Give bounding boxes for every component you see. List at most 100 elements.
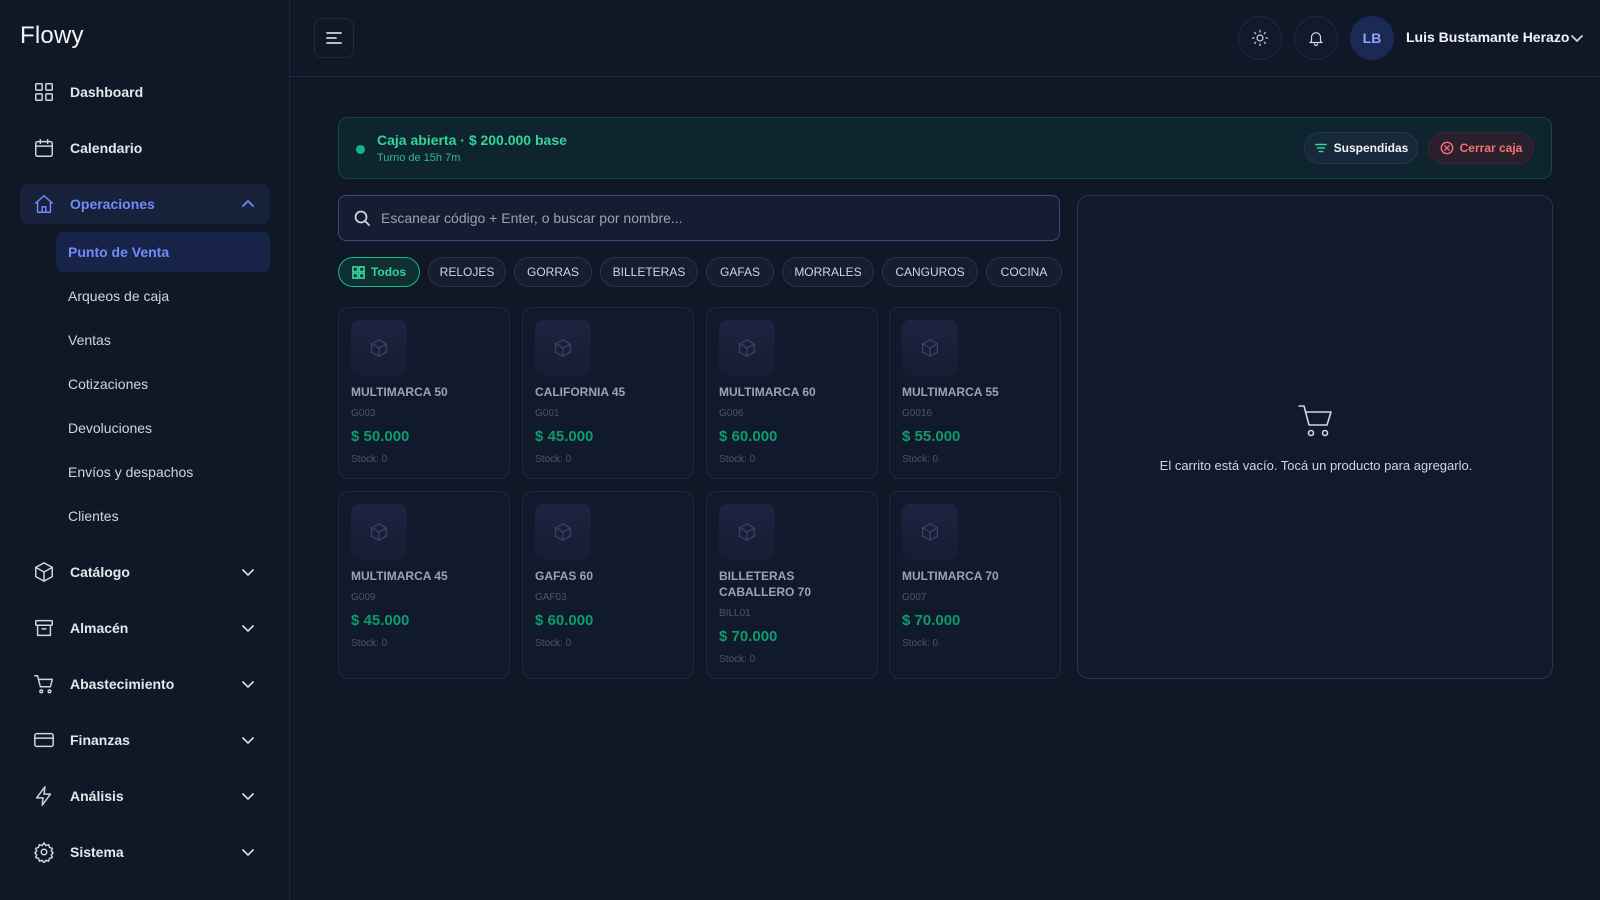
sidebar-subitem-cotizaciones[interactable]: Cotizaciones [56, 364, 270, 404]
dashboard-icon [32, 80, 56, 104]
product-code: BILL01 [719, 608, 751, 619]
sidebar-item-abastecimiento[interactable]: Abastecimiento [20, 664, 270, 704]
product-price: $ 60.000 [719, 428, 778, 445]
chevron-down-icon [240, 564, 256, 580]
search-icon [353, 209, 371, 227]
caja-shift: Turno de 15h 7m [377, 152, 461, 164]
product-card[interactable]: MULTIMARCA 60 G006 $ 60.000 Stock: 0 [706, 307, 878, 479]
chevron-down-icon [240, 732, 256, 748]
product-card[interactable]: MULTIMARCA 45 G009 $ 45.000 Stock: 0 [338, 491, 510, 679]
product-name: CALIFORNIA 45 [535, 385, 626, 399]
category-chip-gorras[interactable]: GORRAS [514, 257, 592, 287]
sidebar-item-label: Dashboard [70, 84, 144, 100]
package-icon [371, 339, 387, 357]
chevron-down-icon [240, 788, 256, 804]
archive-icon [32, 616, 56, 640]
product-name: MULTIMARCA 70 [902, 569, 999, 583]
product-card[interactable]: MULTIMARCA 55 G0016 $ 55.000 Stock: 0 [889, 307, 1061, 479]
product-price: $ 70.000 [902, 612, 961, 629]
product-thumbnail [902, 504, 958, 560]
sidebar-item-operaciones[interactable]: Operaciones [20, 184, 270, 224]
sidebar-item-dashboard[interactable]: Dashboard [20, 72, 270, 112]
brand-logo[interactable]: Flowy [20, 22, 84, 50]
sidebar-subitem-arqueos-de-caja[interactable]: Arqueos de caja [56, 276, 270, 316]
product-card[interactable]: MULTIMARCA 70 G007 $ 70.000 Stock: 0 [889, 491, 1061, 679]
sidebar-item-finanzas[interactable]: Finanzas [20, 720, 270, 760]
sidebar-item-sistema[interactable]: Sistema [20, 832, 270, 872]
menu-toggle-button[interactable] [314, 18, 354, 58]
product-code: G007 [902, 592, 927, 603]
product-thumbnail [902, 320, 958, 376]
theme-toggle-button[interactable] [1238, 16, 1282, 60]
product-name: BILLETERAS CABALLERO 70 [719, 569, 812, 599]
product-stock: Stock: 0 [535, 454, 572, 465]
sun-icon [1251, 29, 1269, 47]
sidebar-subitem-punto-de-venta[interactable]: Punto de Venta [56, 232, 270, 272]
sidebar-subitem-envios-y-despachos[interactable]: Envíos y despachos [56, 452, 270, 492]
product-card[interactable]: CALIFORNIA 45 G001 $ 45.000 Stock: 0 [522, 307, 694, 479]
package-icon [555, 339, 571, 357]
category-chip-gafas[interactable]: GAFAS [706, 257, 774, 287]
sidebar-subitem-devoluciones[interactable]: Devoluciones [56, 408, 270, 448]
product-stock: Stock: 0 [902, 638, 939, 649]
product-thumbnail [719, 504, 775, 560]
sidebar-subitem-ventas[interactable]: Ventas [56, 320, 270, 360]
product-price: $ 45.000 [535, 428, 594, 445]
product-price: $ 45.000 [351, 612, 410, 629]
close-register-button[interactable]: Cerrar caja [1428, 132, 1534, 164]
product-name: MULTIMARCA 55 [902, 385, 999, 399]
category-chip-cocina[interactable]: COCINA [986, 257, 1062, 287]
category-chip-morrales[interactable]: MORRALES [782, 257, 874, 287]
product-stock: Stock: 0 [535, 638, 572, 649]
product-code: G001 [535, 408, 560, 419]
product-code: GAF03 [535, 592, 567, 603]
top-header: LB Luis Bustamante Herazo [290, 0, 1600, 77]
sidebar-item-label: Catálogo [70, 564, 130, 580]
status-dot [356, 145, 365, 154]
package-icon [739, 339, 755, 357]
product-price: $ 50.000 [351, 428, 410, 445]
category-chip-billeteras[interactable]: BILLETERAS [600, 257, 698, 287]
box-icon [32, 560, 56, 584]
category-chip-todos[interactable]: Todos [338, 257, 420, 287]
chip-label: Todos [370, 265, 407, 279]
cart-panel: El carrito está vacío. Tocá un producto … [1077, 195, 1553, 679]
user-name[interactable]: Luis Bustamante Herazo [1406, 29, 1569, 45]
suspended-sales-button[interactable]: Suspendidas [1304, 132, 1418, 164]
avatar[interactable]: LB [1350, 16, 1394, 60]
product-search[interactable] [338, 195, 1060, 241]
credit-card-icon [32, 728, 56, 752]
chevron-down-icon[interactable] [1570, 31, 1584, 45]
chevron-down-icon [240, 844, 256, 860]
product-thumbnail [351, 504, 407, 560]
sidebar-item-catalogo[interactable]: Catálogo [20, 552, 270, 592]
grid-icon [352, 265, 365, 279]
package-icon [371, 523, 387, 541]
menu-icon [326, 32, 342, 44]
sidebar-item-analisis[interactable]: Análisis [20, 776, 270, 816]
product-thumbnail [535, 504, 591, 560]
chevron-up-icon [240, 196, 256, 212]
sidebar-item-calendario[interactable]: Calendario [20, 128, 270, 168]
gear-icon [32, 840, 56, 864]
sidebar-item-label: Calendario [70, 140, 143, 156]
product-price: $ 55.000 [902, 428, 961, 445]
caja-title: Caja abierta · $ 200.000 base [377, 132, 567, 148]
category-chip-relojes[interactable]: RELOJES [428, 257, 506, 287]
notifications-button[interactable] [1294, 16, 1338, 60]
sidebar-subitem-clientes[interactable]: Clientes [56, 496, 270, 536]
list-filter-icon [1314, 143, 1327, 153]
product-card[interactable]: MULTIMARCA 50 G003 $ 50.000 Stock: 0 [338, 307, 510, 479]
product-code: G009 [351, 592, 376, 603]
package-icon [739, 523, 755, 541]
product-card[interactable]: BILLETERAS CABALLERO 70 BILL01 $ 70.000 … [706, 491, 878, 679]
product-code: G0016 [902, 408, 933, 419]
category-chip-canguros[interactable]: CANGUROS [882, 257, 978, 287]
search-input[interactable] [381, 210, 1021, 226]
product-thumbnail [535, 320, 591, 376]
product-card[interactable]: GAFAS 60 GAF03 $ 60.000 Stock: 0 [522, 491, 694, 679]
cart-icon [1296, 401, 1336, 441]
product-thumbnail [719, 320, 775, 376]
sidebar-item-almacen[interactable]: Almacén [20, 608, 270, 648]
caja-status-banner: Caja abierta · $ 200.000 base Turno de 1… [338, 117, 1552, 179]
